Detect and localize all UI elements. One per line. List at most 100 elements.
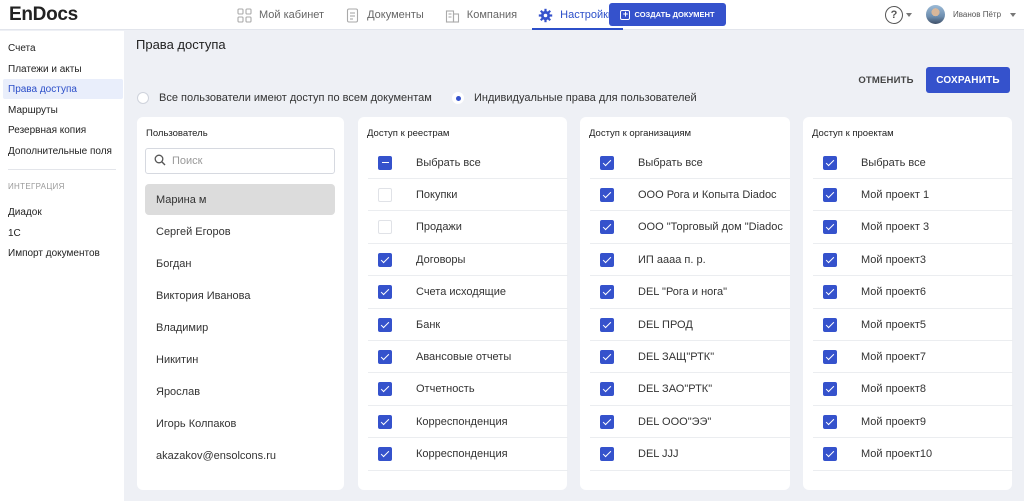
checkbox[interactable]: [378, 317, 392, 332]
checkbox[interactable]: [600, 447, 614, 462]
checkbox-row[interactable]: DEL ПРОД: [590, 309, 790, 341]
checkbox-row[interactable]: Мой проект 1: [813, 179, 1013, 212]
checkbox[interactable]: [600, 220, 614, 235]
select-all-row[interactable]: Выбрать все: [368, 147, 568, 179]
checkbox[interactable]: [378, 187, 392, 202]
sidebar-item-access-rights[interactable]: Права доступа: [3, 79, 123, 99]
select-all-row[interactable]: Выбрать все: [590, 147, 790, 179]
nav-my-cabinet[interactable]: Мой кабинет: [237, 0, 331, 30]
checkbox-row[interactable]: DEL ООО"ЭЭ": [590, 406, 790, 439]
checkbox-row[interactable]: Банк: [368, 309, 568, 341]
nav-label: Компания: [466, 9, 518, 21]
checkbox[interactable]: [378, 220, 392, 235]
checkbox-row[interactable]: Счета исходящие: [368, 277, 568, 309]
checkbox-row[interactable]: Авансовые отчеты: [368, 341, 568, 374]
radio-individual[interactable]: [452, 92, 464, 104]
sidebar-item-backup[interactable]: Резервная копия: [3, 120, 123, 140]
user-name[interactable]: Иванов Пётр: [953, 10, 1001, 19]
access-mode-all[interactable]: Все пользователи имеют доступ по всем до…: [137, 92, 432, 104]
checkbox[interactable]: [600, 382, 614, 397]
checkbox[interactable]: [378, 252, 392, 267]
checkbox[interactable]: [823, 187, 837, 202]
search-input[interactable]: [172, 155, 332, 167]
chevron-down-icon[interactable]: [906, 13, 912, 17]
checkbox[interactable]: [600, 349, 614, 364]
checkbox[interactable]: [600, 414, 614, 429]
create-document-button[interactable]: + СОЗДАТЬ ДОКУМЕНТ: [609, 3, 726, 26]
checkbox-row[interactable]: Мой проект 3: [813, 212, 1013, 244]
user-row[interactable]: Владимир: [145, 312, 335, 343]
user-row[interactable]: Никитин: [145, 344, 335, 375]
checkbox-row[interactable]: Мой проект6: [813, 277, 1013, 309]
checkbox[interactable]: [600, 187, 614, 202]
checkbox-row[interactable]: DEL JJJ: [590, 439, 790, 471]
checkbox[interactable]: [823, 252, 837, 267]
checkbox[interactable]: [823, 447, 837, 462]
checkbox-row[interactable]: ИП аааа п. р.: [590, 244, 790, 277]
checkbox[interactable]: [823, 285, 837, 300]
checkbox-row[interactable]: Мой проект5: [813, 309, 1013, 341]
checkbox[interactable]: [600, 252, 614, 267]
user-row[interactable]: Сергей Егоров: [145, 216, 335, 247]
checkbox-row[interactable]: Мой проект3: [813, 244, 1013, 277]
user-row[interactable]: Марина м: [145, 184, 335, 215]
checkbox-row[interactable]: DEL ЗАО"РТК": [590, 374, 790, 406]
checkbox-row[interactable]: Покупки: [368, 179, 568, 212]
sidebar-item-import[interactable]: Импорт документов: [3, 243, 123, 263]
checkbox[interactable]: [378, 414, 392, 429]
checkbox-row[interactable]: ООО "Торговый дом "Diadoc: [590, 212, 790, 244]
checkbox-row[interactable]: Мой проект8: [813, 374, 1013, 406]
checkbox[interactable]: [600, 285, 614, 300]
avatar[interactable]: [926, 5, 945, 24]
sidebar-item-1c[interactable]: 1С: [3, 223, 123, 243]
nav-documents[interactable]: Документы: [345, 0, 431, 30]
checkbox[interactable]: [823, 382, 837, 397]
select-all-checkbox[interactable]: [378, 155, 392, 170]
checkbox-row[interactable]: Корреспонденция: [368, 406, 568, 439]
user-row[interactable]: akazakov@ensolcons.ru: [145, 440, 335, 471]
checkbox[interactable]: [378, 382, 392, 397]
checkbox-row[interactable]: Корреспонденция: [368, 439, 568, 471]
select-all-row[interactable]: Выбрать все: [813, 147, 1013, 179]
checkbox-row[interactable]: ООО Рога и Копыта Diadoc: [590, 179, 790, 212]
sidebar-item-payments[interactable]: Платежи и акты: [3, 59, 123, 79]
checkbox[interactable]: [823, 349, 837, 364]
checkbox-row[interactable]: DEL ЗАЩ"РТК": [590, 341, 790, 374]
checkbox-row[interactable]: Договоры: [368, 244, 568, 277]
cancel-button[interactable]: ОТМЕНИТЬ: [852, 68, 920, 92]
user-row[interactable]: Виктория Иванова: [145, 280, 335, 311]
access-mode-individual[interactable]: Индивидуальные права для пользователей: [452, 92, 697, 104]
sidebar-item-diadoc[interactable]: Диадок: [3, 202, 123, 222]
checkbox-row[interactable]: DEL "Рога и нога": [590, 277, 790, 309]
checkbox[interactable]: [378, 285, 392, 300]
select-all-checkbox[interactable]: [823, 155, 837, 170]
checkbox[interactable]: [823, 414, 837, 429]
select-all-checkbox[interactable]: [600, 155, 614, 170]
checkbox-row[interactable]: Мой проект10: [813, 439, 1013, 471]
sidebar-item-invoices[interactable]: Счета: [3, 38, 123, 58]
help-icon[interactable]: ?: [885, 6, 903, 24]
checkbox[interactable]: [823, 317, 837, 332]
user-row[interactable]: Ярослав: [145, 376, 335, 407]
user-row[interactable]: Богдан: [145, 248, 335, 279]
nav-company[interactable]: Компания: [445, 0, 524, 30]
checkbox-row[interactable]: Отчетность: [368, 374, 568, 406]
checkbox-row[interactable]: Мой проект7: [813, 341, 1013, 374]
checkbox-label: Корреспонденция: [416, 415, 508, 428]
gear-icon: [538, 8, 553, 23]
app-logo[interactable]: EnDocs: [9, 4, 78, 26]
checkbox[interactable]: [378, 447, 392, 462]
checkbox[interactable]: [378, 349, 392, 364]
building-icon: [445, 8, 460, 23]
checkbox-label: DEL ЗАЩ"РТК": [638, 350, 715, 363]
checkbox-row[interactable]: Мой проект9: [813, 406, 1013, 439]
checkbox[interactable]: [600, 317, 614, 332]
user-row[interactable]: Игорь Колпаков: [145, 408, 335, 439]
save-button[interactable]: СОХРАНИТЬ: [926, 67, 1010, 93]
chevron-down-icon[interactable]: [1010, 13, 1016, 17]
radio-all-users[interactable]: [137, 92, 149, 104]
checkbox-row[interactable]: Продажи: [368, 212, 568, 244]
sidebar-item-routes[interactable]: Маршруты: [3, 100, 123, 120]
checkbox[interactable]: [823, 220, 837, 235]
sidebar-item-extra-fields[interactable]: Дополнительные поля: [3, 141, 123, 161]
